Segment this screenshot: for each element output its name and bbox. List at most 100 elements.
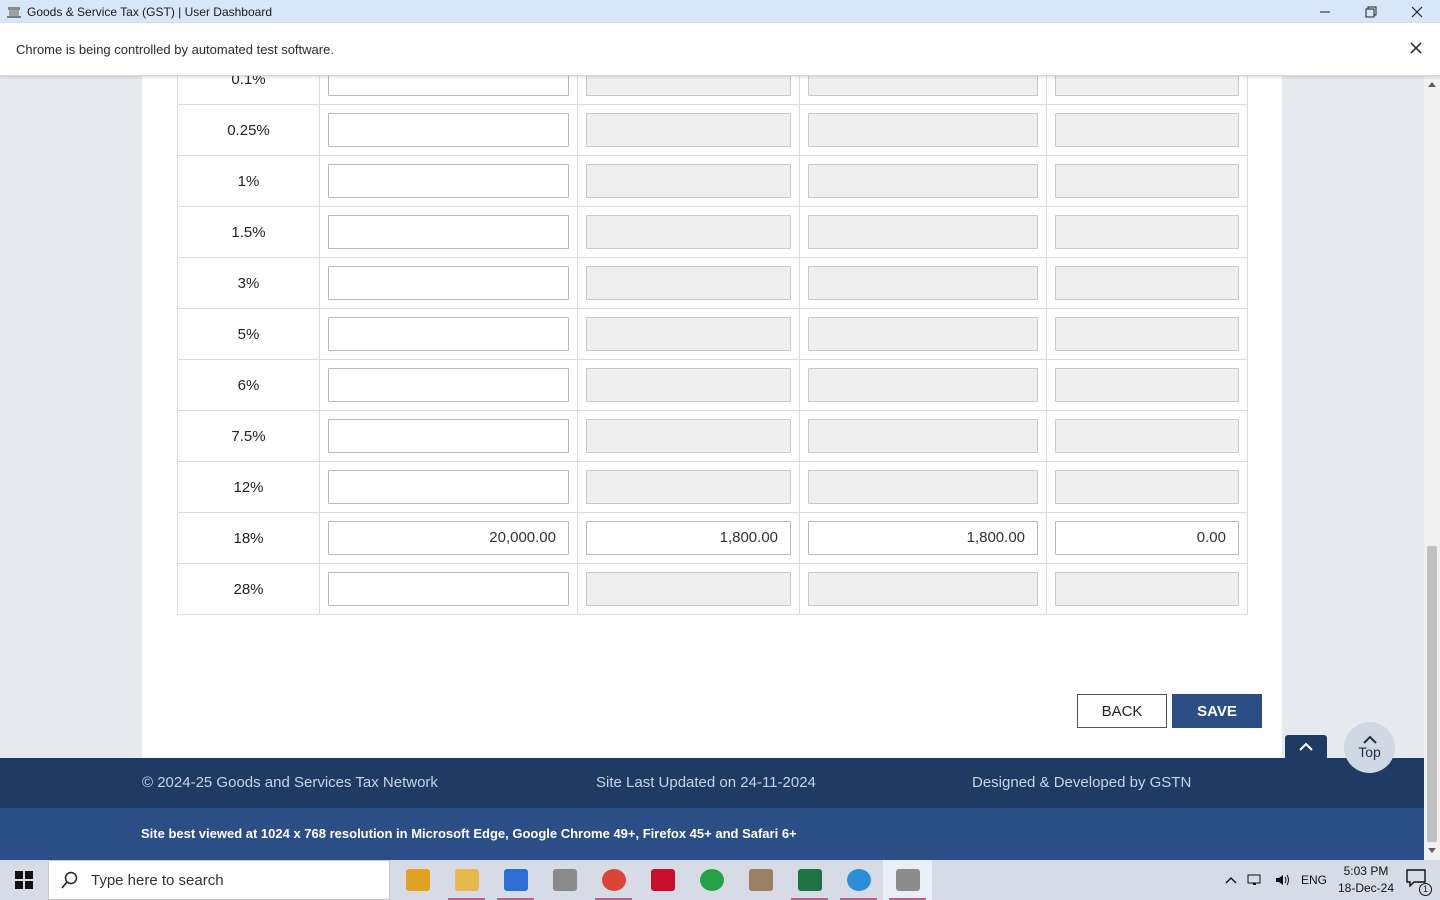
search-icon <box>61 871 78 889</box>
volume-icon[interactable] <box>1275 873 1291 887</box>
rate-cell: 12% <box>177 461 320 513</box>
central-tax-input <box>808 572 1038 606</box>
taskbar-app-gst-app[interactable] <box>883 860 932 900</box>
central-tax-cell <box>799 308 1047 360</box>
taxable-value-cell <box>319 155 578 207</box>
minimize-button[interactable] <box>1302 0 1348 23</box>
taskbar-app-blue-app[interactable] <box>491 860 540 900</box>
infobar-close-icon[interactable] <box>1408 40 1424 56</box>
scroll-down-arrow-icon[interactable] <box>1428 848 1436 854</box>
gst-app-icon <box>895 869 920 891</box>
integrated-tax-cell <box>577 359 800 411</box>
taskbar-app-chrome[interactable] <box>589 860 638 900</box>
central-tax-input <box>808 164 1038 198</box>
file-explorer-icon <box>454 869 479 891</box>
gst-emblem-icon <box>7 6 21 18</box>
taxable-value-input[interactable] <box>328 572 569 606</box>
taxable-value-input[interactable] <box>328 419 569 453</box>
back-to-top-button[interactable]: Top <box>1344 722 1395 773</box>
taxable-value-cell <box>319 563 578 615</box>
taxable-value-input[interactable] <box>328 113 569 147</box>
taxable-value-cell <box>319 359 578 411</box>
integrated-tax-cell <box>577 308 800 360</box>
footer-copyright: © 2024-25 Goods and Services Tax Network <box>142 774 438 791</box>
rate-cell: 18% <box>177 512 320 564</box>
taxable-value-input[interactable] <box>328 470 569 504</box>
central-tax-cell <box>799 104 1047 156</box>
integrated-tax-input <box>586 75 791 96</box>
taskbar-app-file-explorer[interactable] <box>442 860 491 900</box>
state-tax-input[interactable]: 0.00 <box>1055 521 1239 555</box>
vertical-scrollbar[interactable] <box>1424 75 1440 860</box>
content-card: 0.1% 0.25% 1% 1.5% 3% 5% 6% 7.5% 12% 18% 20,000.00… <box>142 75 1327 759</box>
state-tax-cell: 0.00 <box>1046 512 1248 564</box>
chevron-up-icon[interactable] <box>1225 876 1237 884</box>
excel-icon <box>797 869 822 891</box>
blue-app-icon <box>503 869 528 891</box>
notification-count: 1 <box>1419 882 1432 896</box>
state-tax-cell <box>1046 410 1248 462</box>
notification-center-button[interactable]: 1 <box>1406 868 1432 896</box>
integrated-tax-cell <box>577 563 800 615</box>
taskbar-app-acrobat[interactable] <box>638 860 687 900</box>
state-tax-input <box>1055 368 1239 402</box>
save-button[interactable]: SAVE <box>1172 694 1262 728</box>
footer-last-updated: Site Last Updated on 24-11-2024 <box>596 774 816 791</box>
central-tax-cell <box>799 75 1047 105</box>
central-tax-input <box>808 266 1038 300</box>
back-to-top-label: Top <box>1358 744 1381 760</box>
rate-cell: 0.1% <box>177 75 320 105</box>
rate-cell: 6% <box>177 359 320 411</box>
taxable-value-input[interactable] <box>328 164 569 198</box>
language-indicator[interactable]: ENG <box>1301 873 1327 887</box>
taxable-value-input[interactable]: 20,000.00 <box>328 521 569 555</box>
taxable-value-input[interactable] <box>328 266 569 300</box>
central-tax-input <box>808 317 1038 351</box>
restore-button[interactable] <box>1348 0 1394 23</box>
state-tax-input <box>1055 266 1239 300</box>
taskbar-app-network-app[interactable] <box>540 860 589 900</box>
lightning-app-icon <box>405 869 430 891</box>
scroll-up-tab[interactable] <box>1285 735 1327 759</box>
scrollbar-thumb[interactable] <box>1427 546 1437 842</box>
table-row: 0.1% <box>177 75 1248 105</box>
central-tax-cell <box>799 461 1047 513</box>
start-button[interactable] <box>0 860 48 900</box>
taskbar-search-box[interactable]: Type here to search <box>48 860 390 900</box>
integrated-tax-input[interactable]: 1,800.00 <box>586 521 791 555</box>
rate-cell: 28% <box>177 563 320 615</box>
taxable-value-input[interactable] <box>328 317 569 351</box>
close-window-button[interactable] <box>1394 0 1440 23</box>
central-tax-cell <box>799 206 1047 258</box>
integrated-tax-cell <box>577 75 800 105</box>
taskbar-app-lightning-app[interactable] <box>393 860 442 900</box>
rate-cell: 1% <box>177 155 320 207</box>
taxable-value-input[interactable] <box>328 75 569 96</box>
network-icon[interactable] <box>1247 873 1265 887</box>
integrated-tax-cell <box>577 410 800 462</box>
state-tax-cell <box>1046 75 1248 105</box>
state-tax-cell <box>1046 155 1248 207</box>
rate-cell: 0.25% <box>177 104 320 156</box>
taskbar-app-whatsapp[interactable] <box>687 860 736 900</box>
taxable-value-input[interactable] <box>328 368 569 402</box>
taskbar-app-excel[interactable] <box>785 860 834 900</box>
page-viewport: 0.1% 0.25% 1% 1.5% 3% 5% 6% 7.5% 12% 18% 20,000.00… <box>0 75 1424 860</box>
search-placeholder: Type here to search <box>91 871 224 889</box>
taskbar-app-internet-explorer[interactable] <box>834 860 883 900</box>
taskbar-clock[interactable]: 5:03 PM 18-Dec-24 <box>1338 863 1394 897</box>
taxable-value-input[interactable] <box>328 215 569 249</box>
central-tax-cell <box>799 359 1047 411</box>
state-tax-input <box>1055 572 1239 606</box>
infobar-message: Chrome is being controlled by automated … <box>16 41 334 57</box>
central-tax-input[interactable]: 1,800.00 <box>808 521 1038 555</box>
rate-cell: 3% <box>177 257 320 309</box>
back-button[interactable]: BACK <box>1077 694 1167 728</box>
table-row: 0.25% <box>177 104 1248 156</box>
window-title: Goods & Service Tax (GST) | User Dashboa… <box>27 4 272 19</box>
integrated-tax-cell <box>577 461 800 513</box>
integrated-tax-input <box>586 317 791 351</box>
rate-cell: 5% <box>177 308 320 360</box>
scroll-up-arrow-icon[interactable] <box>1428 81 1436 87</box>
taskbar-app-pdf-app[interactable] <box>736 860 785 900</box>
